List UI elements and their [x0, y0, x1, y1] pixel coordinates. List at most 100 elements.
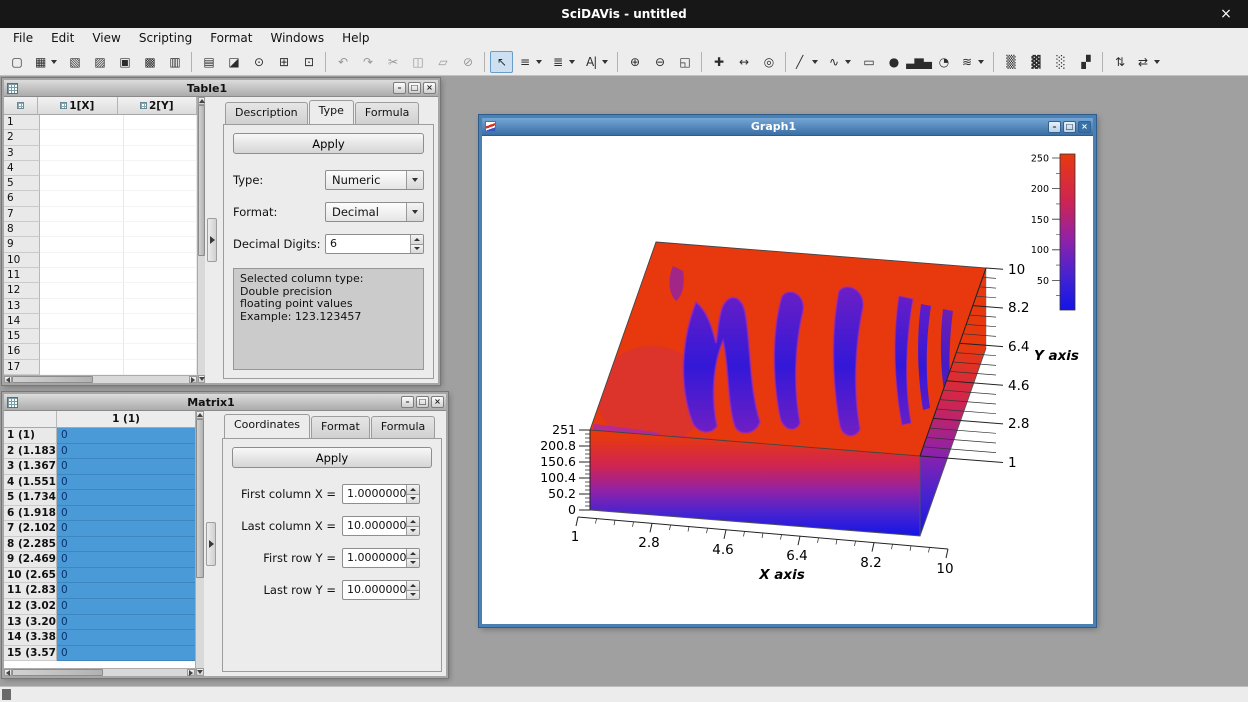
- table-cell[interactable]: [40, 207, 124, 222]
- maximize-button[interactable]: □: [416, 396, 429, 408]
- scrollbar-thumb[interactable]: [12, 376, 93, 383]
- export-pdf-icon[interactable]: ◪: [222, 51, 245, 73]
- coordinate-value[interactable]: 1.00000000: [343, 549, 406, 567]
- menu-item[interactable]: Edit: [42, 29, 83, 47]
- matrix-cell[interactable]: 0: [57, 490, 195, 506]
- copy-icon[interactable]: ◫: [406, 51, 429, 73]
- scroll-down-icon[interactable]: [198, 375, 205, 383]
- table-cell[interactable]: [124, 360, 197, 375]
- matrix-row-header[interactable]: 11 (2.83673): [4, 583, 57, 599]
- matrix-cell[interactable]: 0: [57, 552, 195, 568]
- plot-bars-icon[interactable]: ▃▆▄: [907, 51, 930, 73]
- scrollbar-thumb[interactable]: [196, 419, 204, 578]
- matrix-cell[interactable]: 0: [57, 537, 195, 553]
- contour-plot-icon[interactable]: ▒: [999, 51, 1022, 73]
- chevron-down-icon[interactable]: [406, 203, 423, 221]
- maximize-button[interactable]: □: [1063, 121, 1076, 133]
- plot-line-styles-dropdown-icon[interactable]: ≋: [957, 51, 988, 73]
- table-cell[interactable]: [124, 161, 197, 176]
- save-template-icon[interactable]: ▩: [138, 51, 161, 73]
- plot-pie-icon[interactable]: ◔: [932, 51, 955, 73]
- spin-up-icon[interactable]: [407, 485, 419, 495]
- row-header[interactable]: 8: [4, 222, 40, 237]
- coordinate-value[interactable]: 10.0000000: [343, 517, 406, 535]
- table-cell[interactable]: [40, 115, 124, 130]
- table-cell[interactable]: [40, 329, 124, 344]
- pointer-tool-icon[interactable]: ↖: [490, 51, 513, 73]
- cut-icon[interactable]: ✂: [381, 51, 404, 73]
- coordinate-spinner[interactable]: 10.0000000: [342, 580, 420, 600]
- row-header[interactable]: 12: [4, 283, 40, 298]
- new-aspect-icon[interactable]: ▦: [30, 51, 61, 73]
- panel-tab[interactable]: Coordinates: [224, 414, 310, 438]
- coordinate-spinner[interactable]: 10.0000000: [342, 516, 420, 536]
- scrollbar-track[interactable]: [196, 419, 204, 668]
- scrollbar-track[interactable]: [12, 376, 189, 383]
- spin-up-icon[interactable]: [407, 581, 419, 591]
- lock-project-icon[interactable]: ⊡: [297, 51, 320, 73]
- table-cell[interactable]: [124, 115, 197, 130]
- table-cell[interactable]: [124, 207, 197, 222]
- matrix-row-header[interactable]: 13 (3.20408): [4, 615, 57, 631]
- spin-up-icon[interactable]: [407, 517, 419, 527]
- table-cell[interactable]: [40, 253, 124, 268]
- table-cell[interactable]: [124, 314, 197, 329]
- matrix-row-header[interactable]: 14 (3.38776): [4, 630, 57, 646]
- table-cell[interactable]: [124, 344, 197, 359]
- add-image-icon[interactable]: ▭: [857, 51, 880, 73]
- zoom-in-icon[interactable]: ⊕: [623, 51, 646, 73]
- menu-item[interactable]: Format: [201, 29, 261, 47]
- table-cell[interactable]: [40, 191, 124, 206]
- scroll-right-icon[interactable]: [189, 376, 197, 383]
- apply-button[interactable]: Apply: [233, 133, 424, 154]
- curve-tools-dropdown-icon[interactable]: ≣: [548, 51, 579, 73]
- matrix-options-dropdown-icon[interactable]: ⇄: [1133, 51, 1164, 73]
- table-cell[interactable]: [124, 253, 197, 268]
- new-project-icon[interactable]: ▢: [5, 51, 28, 73]
- plot-3d-bars-icon[interactable]: ▞: [1074, 51, 1097, 73]
- open-template-icon[interactable]: ▨: [88, 51, 111, 73]
- select-range-icon[interactable]: ↔: [732, 51, 755, 73]
- scrollbar-thumb[interactable]: [198, 105, 205, 256]
- collapse-arrow-icon[interactable]: [207, 218, 217, 262]
- scroll-left-icon[interactable]: [4, 376, 12, 383]
- matrix-row-header[interactable]: 3 (1.36735): [4, 459, 57, 475]
- import-ascii-icon[interactable]: ▥: [163, 51, 186, 73]
- row-header[interactable]: 13: [4, 299, 40, 314]
- decimal-digits-spinner[interactable]: 6: [325, 234, 424, 254]
- matrix-row-header[interactable]: 8 (2.28571): [4, 537, 57, 553]
- close-button[interactable]: ×: [423, 82, 436, 94]
- table-corner-header[interactable]: [4, 97, 38, 115]
- row-header[interactable]: 10: [4, 253, 40, 268]
- matrix-cell[interactable]: 0: [57, 521, 195, 537]
- graph1-titlebar[interactable]: Graph1 – □ ×: [482, 118, 1093, 136]
- draw-line-dropdown-icon[interactable]: ╱: [791, 51, 822, 73]
- panel-splitter[interactable]: [205, 97, 219, 383]
- resize-grip[interactable]: [2, 689, 11, 700]
- table-cell[interactable]: [40, 222, 124, 237]
- redo-icon[interactable]: ↷: [356, 51, 379, 73]
- matrix-row-header[interactable]: 10 (2.65306): [4, 568, 57, 584]
- column-header[interactable]: 1[X]: [38, 97, 117, 115]
- zoom-out-icon[interactable]: ⊖: [648, 51, 671, 73]
- matrix-row-header[interactable]: 9 (2.46939): [4, 552, 57, 568]
- close-button[interactable]: ×: [1078, 121, 1091, 133]
- apply-button[interactable]: Apply: [232, 447, 432, 468]
- panel-tab[interactable]: Formula: [355, 102, 419, 126]
- matrix-cell[interactable]: 0: [57, 599, 195, 615]
- close-button[interactable]: ×: [431, 396, 444, 408]
- matrix-column-header[interactable]: 1 (1): [57, 411, 195, 428]
- row-header[interactable]: 5: [4, 176, 40, 191]
- matrix-cell[interactable]: 0: [57, 444, 195, 460]
- menu-item[interactable]: View: [83, 29, 129, 47]
- data-reader-icon[interactable]: ✚: [707, 51, 730, 73]
- spin-up-icon[interactable]: [411, 235, 423, 245]
- spin-up-icon[interactable]: [407, 549, 419, 559]
- print-icon[interactable]: ▤: [197, 51, 220, 73]
- matrix-cell[interactable]: 0: [57, 630, 195, 646]
- matrix-row-header[interactable]: 2 (1.18367): [4, 444, 57, 460]
- close-icon[interactable]: ×: [1212, 0, 1240, 28]
- panel-splitter[interactable]: [204, 411, 218, 676]
- table-cell[interactable]: [40, 283, 124, 298]
- collapse-arrow-icon[interactable]: [206, 522, 216, 566]
